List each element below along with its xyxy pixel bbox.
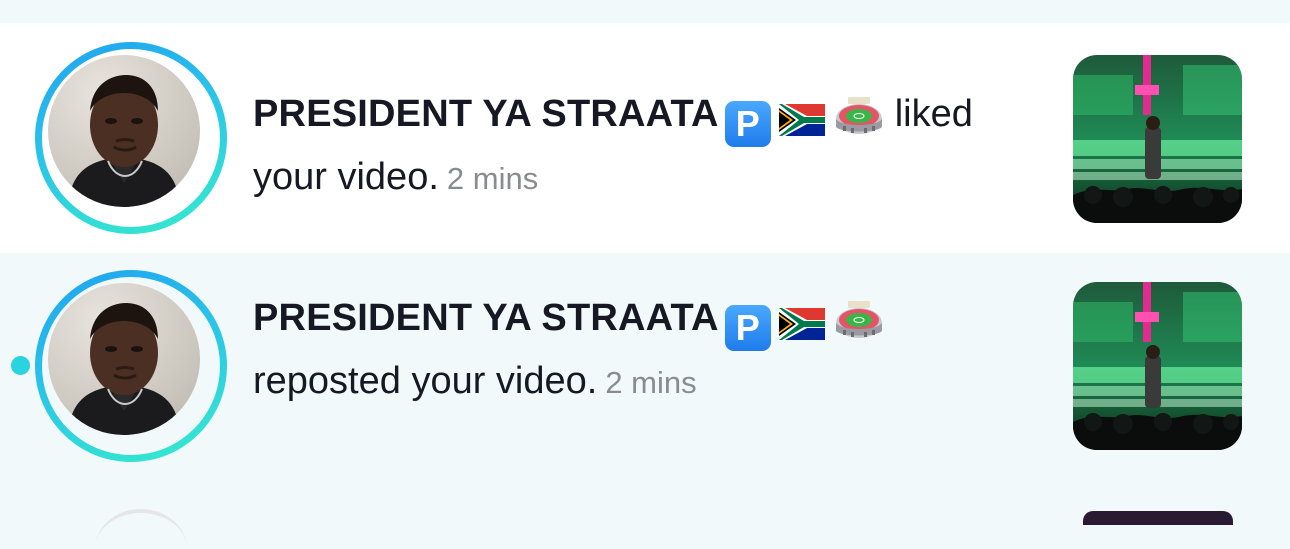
- time-ago: 2 mins: [446, 160, 539, 196]
- notification-text: PRESIDENT YA STRAATA P: [253, 88, 1053, 205]
- person-avatar-icon: [68, 75, 180, 207]
- stadium-icon: [835, 96, 883, 151]
- action-continuation: your video.: [253, 155, 439, 198]
- action-text: liked: [894, 93, 973, 135]
- person-avatar-icon: [68, 303, 180, 435]
- unread-indicator: [11, 356, 30, 375]
- avatar: [48, 55, 200, 207]
- user-badges: P: [724, 96, 895, 151]
- user-name[interactable]: PRESIDENT YA STRAATA: [253, 297, 719, 339]
- notification-row-liked[interactable]: PRESIDENT YA STRAATA P liked your video.…: [0, 23, 1290, 253]
- user-badges: P: [724, 300, 895, 355]
- stadium-icon: [835, 300, 883, 355]
- avatar-story-ring[interactable]: [35, 270, 227, 462]
- video-thumbnail[interactable]: [1073, 282, 1242, 450]
- avatar-story-ring[interactable]: [35, 42, 227, 234]
- time-ago: 2 mins: [605, 364, 697, 400]
- avatar: [48, 283, 200, 435]
- user-name[interactable]: PRESIDENT YA STRAATA: [253, 93, 719, 135]
- south-africa-flag-icon: [778, 302, 825, 354]
- p-button-icon: P: [724, 304, 771, 351]
- video-thumbnail-image: [1073, 55, 1242, 223]
- notification-text: PRESIDENT YA STRAATA P: [253, 292, 1053, 409]
- video-thumbnail-image: [1073, 282, 1242, 450]
- video-thumbnail[interactable]: [1073, 55, 1242, 223]
- video-thumbnail[interactable]: [1083, 511, 1233, 525]
- south-africa-flag-icon: [778, 98, 825, 150]
- p-button-icon: P: [724, 100, 771, 147]
- avatar: [95, 509, 187, 549]
- notification-row-partial[interactable]: [0, 490, 1290, 525]
- list-top-spacer: [0, 0, 1290, 23]
- action-text: reposted your video.: [253, 359, 598, 402]
- notification-row-reposted[interactable]: PRESIDENT YA STRAATA P reposted your vid…: [0, 253, 1290, 490]
